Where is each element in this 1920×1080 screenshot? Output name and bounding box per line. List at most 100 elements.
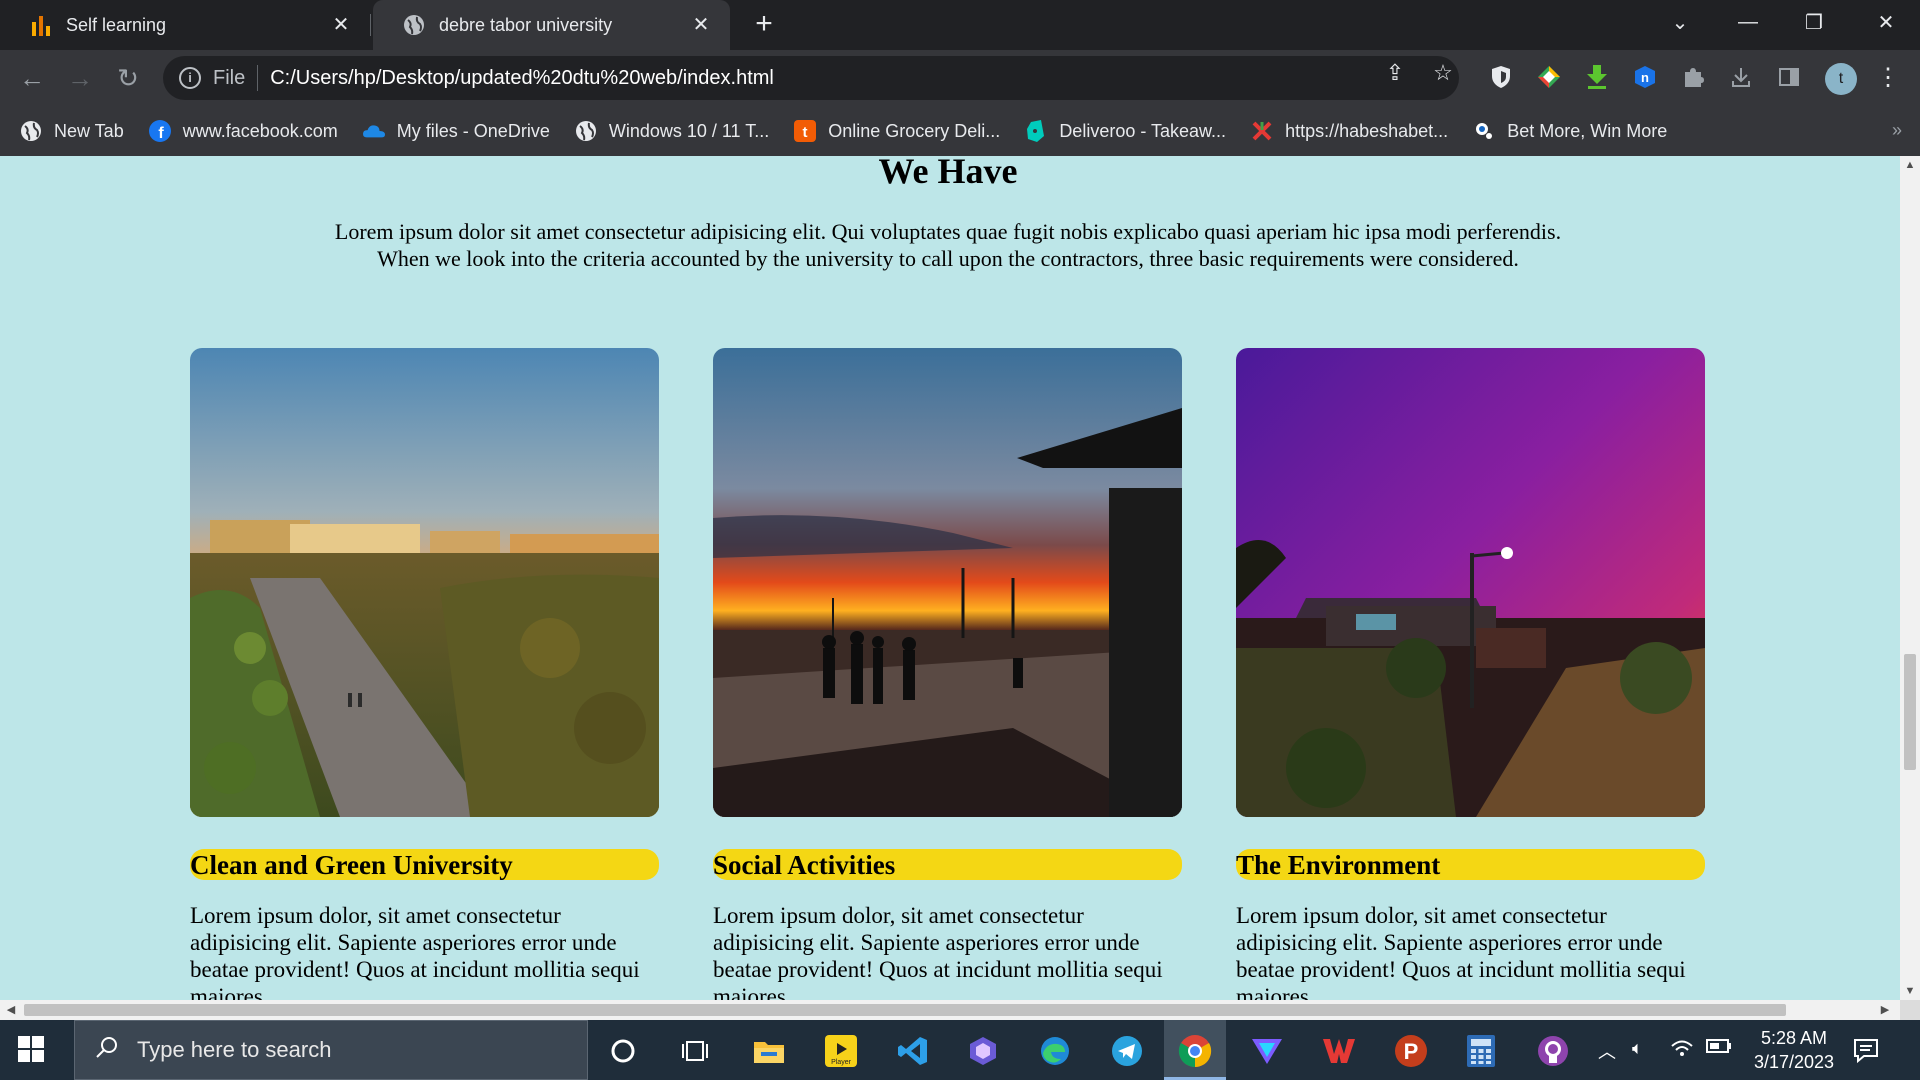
- onedrive-icon: [362, 120, 385, 142]
- downloads-icon[interactable]: [1728, 64, 1754, 90]
- tab-debre-tabor[interactable]: debre tabor university ✕: [373, 0, 730, 50]
- vertical-scrollbar[interactable]: ▲ ▼: [1900, 156, 1920, 1000]
- card-title: The Environment: [1236, 849, 1705, 880]
- file-explorer-icon[interactable]: [752, 1034, 786, 1068]
- tab-search-icon[interactable]: ⌄: [1652, 0, 1708, 44]
- close-tab-icon[interactable]: ✕: [330, 14, 352, 36]
- bookmark-habeshabet[interactable]: https://habeshabet...: [1251, 120, 1448, 142]
- close-window-icon[interactable]: ✕: [1858, 0, 1914, 44]
- bookmark-onedrive[interactable]: My files - OneDrive: [362, 120, 550, 142]
- web-page: We Have Lorem ipsum dolor sit amet conse…: [0, 156, 1900, 1000]
- deliveroo-icon: [1025, 120, 1047, 142]
- bet-icon: [1473, 120, 1495, 142]
- copilot-icon[interactable]: [966, 1034, 1000, 1068]
- scroll-corner: [1900, 1000, 1920, 1020]
- card-title: Clean and Green University: [190, 849, 659, 880]
- intro-line: Lorem ipsum dolor sit amet consectetur a…: [334, 219, 1562, 244]
- github-icon[interactable]: [1536, 1034, 1570, 1068]
- powerpoint-icon[interactable]: P: [1394, 1034, 1428, 1068]
- notification-icon[interactable]: [1852, 1036, 1880, 1064]
- task-view-icon[interactable]: [678, 1034, 712, 1068]
- reload-icon[interactable]: ↻: [112, 62, 144, 94]
- download-extension-icon[interactable]: [1584, 64, 1610, 90]
- bookmark-label: Online Grocery Deli...: [828, 120, 1001, 141]
- card-environment: The Environment Lorem ipsum dolor, sit a…: [1236, 348, 1705, 1000]
- campus-sunset-photo: [190, 348, 659, 817]
- telegram-icon[interactable]: [1110, 1034, 1144, 1068]
- scroll-right-icon[interactable]: ▶: [1876, 1000, 1894, 1020]
- horizontal-scroll-thumb[interactable]: [24, 1004, 1786, 1016]
- globe-icon: [575, 120, 597, 142]
- minimize-icon[interactable]: —: [1720, 0, 1776, 44]
- scroll-up-icon[interactable]: ▲: [1900, 156, 1920, 174]
- tray-overflow-icon[interactable]: ︿: [1598, 1038, 1616, 1064]
- forward-icon[interactable]: →: [64, 62, 96, 94]
- svg-text:P: P: [1404, 1039, 1419, 1064]
- profile-avatar[interactable]: t: [1825, 63, 1857, 95]
- wps-icon[interactable]: [1322, 1034, 1356, 1068]
- vpn-icon[interactable]: [1250, 1034, 1284, 1068]
- tab-self-learning[interactable]: Self learning ✕: [0, 0, 370, 50]
- globe-icon: [403, 14, 425, 36]
- bookmark-label: Deliveroo - Takeaw...: [1059, 120, 1227, 141]
- calculator-icon[interactable]: [1464, 1034, 1498, 1068]
- edge-icon[interactable]: [1038, 1034, 1072, 1068]
- vertical-scroll-thumb[interactable]: [1904, 654, 1916, 770]
- habeshabet-icon: [1251, 120, 1273, 142]
- tab-strip: Self learning ✕ debre tabor university ✕…: [0, 0, 1920, 50]
- bookmark-deliveroo[interactable]: Deliveroo - Takeaw...: [1025, 120, 1226, 142]
- bookmark-star-icon[interactable]: ☆: [1430, 60, 1456, 86]
- grocery-icon: t: [794, 120, 817, 142]
- bookmark-new-tab[interactable]: New Tab: [20, 120, 124, 142]
- card-title: Social Activities: [713, 849, 1182, 880]
- omnibox-divider: [257, 65, 259, 91]
- bookmark-grocery[interactable]: t Online Grocery Deli...: [794, 120, 1000, 142]
- taskbar-clock[interactable]: 5:28 AM 3/17/2023: [1744, 1026, 1844, 1074]
- browser-toolbar: ← → ↻ i File C:/Users/hp/Desktop/updated…: [0, 50, 1920, 106]
- address-bar[interactable]: i File C:/Users/hp/Desktop/updated%20dtu…: [163, 56, 1459, 100]
- card-social: Social Activities Lorem ipsum dolor, sit…: [713, 348, 1182, 1000]
- taskbar-search-box[interactable]: Type here to search: [74, 1020, 588, 1080]
- scroll-left-icon[interactable]: ◀: [2, 1000, 20, 1020]
- card-text: Lorem ipsum dolor, sit amet consectetur …: [190, 903, 640, 1000]
- windows-start-icon[interactable]: [18, 1036, 46, 1064]
- intro-paragraph: Lorem ipsum dolor sit amet consectetur a…: [0, 218, 1896, 272]
- blue-extension-icon[interactable]: n: [1632, 64, 1658, 90]
- new-tab-button[interactable]: +: [748, 9, 780, 41]
- site-info-icon[interactable]: i: [179, 67, 201, 89]
- share-icon[interactable]: ⇪: [1382, 60, 1408, 86]
- chrome-icon[interactable]: [1178, 1034, 1212, 1068]
- close-tab-icon[interactable]: ✕: [690, 14, 712, 36]
- card-clean-green: Clean and Green University Lorem ipsum d…: [190, 348, 659, 1000]
- section-heading: We Have: [878, 156, 1018, 191]
- card-text: Lorem ipsum dolor, sit amet consectetur …: [1236, 903, 1686, 1000]
- scroll-down-icon[interactable]: ▼: [1900, 982, 1920, 1000]
- volume-icon[interactable]: 🔈︎: [1632, 1038, 1643, 1059]
- cortana-icon[interactable]: [606, 1034, 640, 1068]
- back-icon[interactable]: ←: [16, 62, 48, 94]
- vscode-icon[interactable]: [896, 1034, 930, 1068]
- horizontal-scrollbar[interactable]: ◀ ▶: [0, 1000, 1900, 1020]
- svg-text:f: f: [158, 125, 164, 142]
- svg-text:n: n: [1641, 70, 1649, 85]
- search-placeholder: Type here to search: [137, 1037, 332, 1062]
- bookmark-windows[interactable]: Windows 10 / 11 T...: [575, 120, 769, 142]
- side-panel-icon[interactable]: [1776, 64, 1802, 90]
- battery-icon[interactable]: [1706, 1038, 1732, 1059]
- url-text[interactable]: C:/Users/hp/Desktop/updated%20dtu%20web/…: [270, 67, 774, 90]
- restore-icon[interactable]: ❐: [1786, 0, 1842, 44]
- bookmark-bet-more[interactable]: Bet More, Win More: [1473, 120, 1667, 142]
- facebook-icon: f: [148, 120, 171, 142]
- clock-date: 3/17/2023: [1753, 1052, 1835, 1072]
- bookmarks-overflow-icon[interactable]: »: [1892, 120, 1902, 141]
- intro-line: When we look into the criteria accounted…: [377, 246, 1519, 271]
- player-icon[interactable]: Player: [824, 1034, 858, 1068]
- analytics-icon: [30, 14, 52, 36]
- shield-extension-icon[interactable]: [1488, 64, 1514, 90]
- network-icon[interactable]: [1670, 1038, 1694, 1063]
- extensions-puzzle-icon[interactable]: [1680, 64, 1706, 90]
- bookmark-facebook[interactable]: f www.facebook.com: [148, 120, 338, 142]
- menu-icon[interactable]: ⋮: [1876, 62, 1900, 94]
- colorful-extension-icon[interactable]: [1536, 64, 1562, 90]
- tab-title: debre tabor university: [439, 14, 613, 35]
